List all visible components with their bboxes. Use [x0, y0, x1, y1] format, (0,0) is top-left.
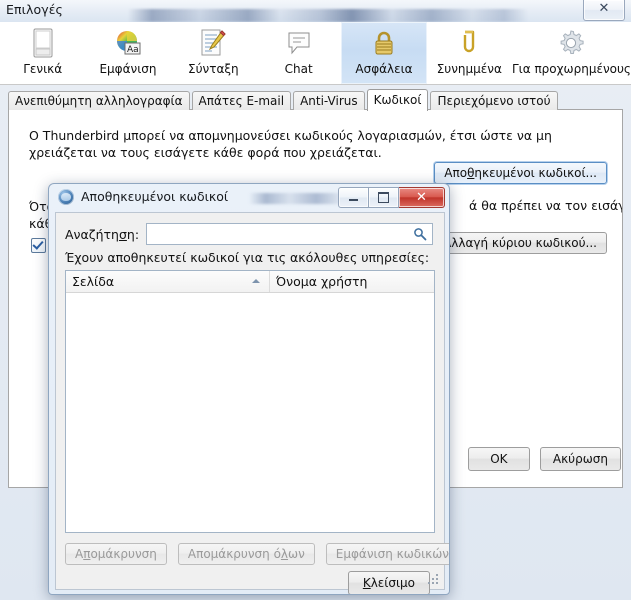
composition-icon — [198, 27, 228, 59]
remove-all-button[interactable]: Απομάκρυνση όλων — [177, 543, 315, 565]
page-title: Επιλογές — [6, 2, 63, 17]
remove-button-label-pre: Α — [75, 547, 84, 561]
column-header-username[interactable]: Όνομα χρήστη — [270, 271, 434, 292]
close-button-label-post: λείσιμο — [370, 576, 415, 590]
dialog-titlebar[interactable]: Αποθηκευμένοι κωδικοί ✕ — [49, 184, 449, 211]
general-icon — [30, 27, 56, 59]
passwords-listbox[interactable]: Σελίδα Όνομα χρήστη — [65, 270, 435, 533]
saved-passwords-button-label-post: ηκευμένοι κωδικοί... — [474, 166, 597, 180]
column-header-site[interactable]: Σελίδα — [66, 271, 270, 292]
category-security[interactable]: Ασφάλεια — [341, 22, 427, 84]
tab-junk[interactable]: Ανεπιθύμητη αλληλογραφία — [8, 91, 190, 110]
saved-passwords-dialog: Αποθηκευμένοι κωδικοί ✕ Αναζήτηση: Έχουν… — [48, 183, 450, 595]
ok-button[interactable]: OK — [467, 447, 530, 471]
saved-passwords-button[interactable]: Αποθηκευμένοι κωδικοί... — [434, 162, 607, 184]
dialog-action-buttons: Απομάκρυνση Απομάκρυνση όλων Εμφάνιση κω… — [65, 543, 449, 565]
category-label: Για προχωρημένους — [511, 62, 631, 76]
category-chat[interactable]: Chat — [256, 22, 341, 84]
main-titlebar: Επιλογές — [0, 0, 631, 22]
close-icon: ✕ — [598, 1, 610, 16]
category-general[interactable]: Γενικά — [0, 22, 85, 84]
advanced-gear-icon — [556, 27, 586, 59]
dialog-maximize-button[interactable] — [369, 187, 399, 208]
search-label-accel: σ — [118, 226, 127, 242]
category-display[interactable]: Aa Εμφάνιση — [85, 22, 170, 84]
show-passwords-button[interactable]: Εμφάνιση κωδικών — [325, 543, 449, 565]
dialog-actions: OK Ακύρωση — [467, 447, 621, 471]
category-advanced[interactable]: Για προχωρημένους — [512, 22, 631, 84]
minimize-icon — [339, 188, 368, 207]
list-body[interactable] — [66, 293, 434, 532]
search-row: Αναζήτηση: — [65, 223, 433, 245]
master-password-description-right: ά θα πρέπει να τον εισάγετε σε — [469, 198, 622, 213]
use-master-password-checkbox-row[interactable] — [31, 238, 46, 253]
close-icon: ✕ — [416, 190, 427, 205]
tab-passwords[interactable]: Κωδικοί — [366, 89, 429, 111]
column-header-username-label: Όνομα χρήστη — [276, 274, 368, 289]
use-master-password-checkbox[interactable] — [31, 238, 46, 253]
panel-description: Ο Thunderbird μπορεί να απομνημονεύσει κ… — [29, 128, 552, 160]
blurred-background-strip — [128, 9, 528, 22]
dialog-window-buttons: ✕ — [338, 187, 445, 208]
attachments-paperclip-icon — [454, 27, 484, 59]
tab-antivirus[interactable]: Anti-Virus — [293, 91, 365, 110]
category-composition[interactable]: Σύνταξη — [171, 22, 256, 84]
column-header-site-label: Σελίδα — [72, 274, 115, 289]
close-button-accel: Κ — [362, 576, 371, 590]
thunderbird-icon — [58, 189, 74, 205]
dialog-minimize-button[interactable] — [338, 187, 369, 208]
category-attachments[interactable]: Συνημμένα — [427, 22, 512, 84]
sort-ascending-icon — [252, 279, 260, 283]
category-toolbar: Γενικά Aa Εμφάνιση Σύνταξη Chat Ασφάλεια… — [0, 22, 631, 85]
tab-email-scams[interactable]: Απάτες E-mail — [191, 91, 292, 110]
remove-all-button-label-pre: Απομάκρυνση ό — [187, 547, 281, 561]
category-label: Εμφάνιση — [99, 62, 157, 76]
category-label: Σύνταξη — [187, 62, 239, 76]
search-label-post: η: — [126, 226, 140, 242]
screen: Επιλογές ✕ Γενικά Aa Εμφάνιση Σύνταξη Ch… — [0, 0, 631, 600]
tab-web-content[interactable]: Περιεχόμενο ιστού — [430, 91, 558, 110]
change-master-password-button[interactable]: Αλλαγή κύριου κωδικού... — [433, 232, 607, 254]
category-label: Ασφάλεια — [355, 62, 413, 76]
search-field-wrapper[interactable] — [146, 223, 433, 245]
category-label: Συνημμένα — [436, 62, 502, 76]
remove-button-label-post: ομάκρυνση — [90, 547, 157, 561]
category-label: Chat — [284, 62, 313, 76]
saved-passwords-button-label-pre: Απο — [444, 166, 468, 180]
category-label: Γενικά — [23, 62, 63, 76]
remove-button[interactable]: Απομάκρυνση — [65, 543, 167, 565]
search-label: Αναζήτηση: — [65, 227, 139, 242]
remove-all-button-accel: λ — [280, 547, 289, 561]
cancel-button[interactable]: Ακύρωση — [539, 447, 621, 471]
dialog-close-button[interactable]: ✕ — [399, 187, 445, 208]
svg-text:Aa: Aa — [127, 45, 139, 55]
maximize-icon — [369, 188, 398, 207]
display-icon: Aa — [113, 27, 143, 59]
window-close-button[interactable]: ✕ — [583, 0, 625, 21]
security-lock-icon — [369, 27, 399, 59]
dialog-title: Αποθηκευμένοι κωδικοί — [81, 189, 229, 204]
search-label-pre: Αναζήτη — [65, 226, 119, 242]
dialog-close-text-button[interactable]: Κλείσιμο — [347, 571, 430, 594]
tab-strip: Ανεπιθύμητη αλληλογραφία Απάτες E-mail A… — [8, 89, 623, 111]
dialog-hint: Έχουν αποθηκευτεί κωδικοί για τις ακόλου… — [65, 250, 430, 265]
search-input[interactable] — [147, 224, 432, 244]
list-header: Σελίδα Όνομα χρήστη — [66, 271, 434, 293]
remove-all-button-label-post: ων — [288, 547, 305, 561]
dialog-body: Αναζήτηση: Έχουν αποθηκευτεί κωδικοί για… — [55, 212, 449, 594]
chat-icon — [284, 27, 314, 59]
